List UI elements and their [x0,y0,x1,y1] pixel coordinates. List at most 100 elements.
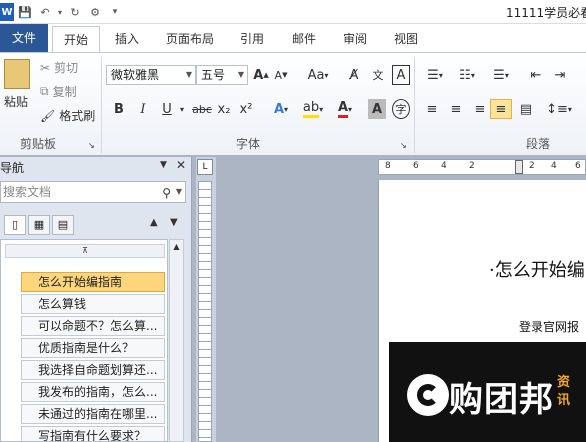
list-item[interactable]: 我发布的指南，怎么... [21,382,165,402]
change-case-button[interactable]: Aa ▾ [304,65,332,85]
group-divider [101,57,102,153]
align-center-icon[interactable]: ≡ [446,99,466,119]
tab-view[interactable]: 视图 [394,26,418,52]
search-input[interactable]: 搜索文档 [3,185,51,199]
tab-review[interactable]: 审阅 [343,26,367,52]
font-launcher-icon[interactable]: ↘ [400,135,407,155]
list-item[interactable]: 怎么算钱 [21,294,165,314]
bullets-icon[interactable]: ☰ ▾ [422,65,448,85]
nav-search-box[interactable]: 搜索文档 ⚲ ▼ [0,181,186,203]
vertical-ruler[interactable] [198,181,212,442]
watermark-banner: 购团邦 资讯 [389,342,586,442]
underline-dropdown-icon[interactable]: ▾ [178,99,186,119]
undo-icon[interactable]: ↶ [36,3,54,21]
list-item[interactable]: 我选择自命题划算还... [21,360,165,380]
copy-icon: ⧉ [40,84,49,98]
numbering-icon[interactable]: ☷ ▾ [454,65,480,85]
cut-button[interactable]: ✂ 剪切 [40,59,78,76]
logo-text: 购团邦 [449,380,554,420]
horizontal-ruler[interactable]: 8 6 4 2 2 4 6 [378,159,586,175]
list-item[interactable]: 优质指南是什么？ [21,338,165,358]
dropdown-icon[interactable]: ▾ [56,3,64,21]
tab-insert[interactable]: 插入 [115,26,139,52]
tab-home[interactable]: 开始 [52,26,100,52]
font-family-combo[interactable]: 微软雅黑 ▼ [106,65,196,85]
enclose-characters-icon[interactable]: 字 [392,99,410,119]
nav-scrollbar[interactable]: ▲ [169,239,184,442]
document-page[interactable]: ·怎么开始编 登录官网报 购团邦 资讯 [378,180,586,442]
nav-title: 导航 [0,161,25,175]
ruler-tick: 4 [551,161,557,171]
ruler-tick: 2 [529,161,535,171]
line-spacing-icon[interactable]: ↕≡ ▾ [546,99,572,119]
grow-font-button[interactable]: A ▲ [252,65,270,85]
multilevel-list-icon[interactable]: ☰ ▾ [488,65,514,85]
search-icon[interactable]: ⚲ [162,183,171,203]
list-item[interactable]: 怎么开始编指南 [21,272,165,292]
character-border-icon[interactable]: A [392,65,410,85]
paste-button[interactable]: 粘贴 [4,93,28,110]
align-left-icon[interactable]: ≡ [422,99,442,119]
next-heading-icon[interactable]: ▼ [170,217,178,228]
font-color-icon[interactable]: A ▾ [332,99,358,119]
close-icon[interactable]: ✕ [176,158,186,172]
indent-marker[interactable] [515,160,523,174]
scroll-up-icon[interactable]: ▲ [170,240,183,254]
vertical-ruler-area: L [196,157,216,442]
paste-icon[interactable] [4,59,30,89]
browse-results-icon[interactable]: ▤ [52,215,74,235]
format-painter-button[interactable]: 🖌 格式刷 [40,107,95,124]
text-effects-icon[interactable]: A ▾ [268,99,294,119]
clipboard-launcher-icon[interactable]: ↘ [88,135,95,155]
tab-page-layout[interactable]: 页面布局 [166,26,214,52]
document-heading[interactable]: ·怎么开始编 [489,256,585,282]
scissors-icon: ✂ [40,60,51,75]
distributed-icon[interactable]: ▤ [516,99,536,119]
superscript-button[interactable]: x² [236,99,256,119]
browse-headings-icon[interactable]: ▯ [4,215,26,235]
character-shading-icon[interactable]: A [368,99,386,119]
document-text[interactable]: 登录官网报 [519,318,579,335]
chevron-down-icon[interactable]: ▼ [176,182,182,202]
ruler-tick: 2 [469,161,475,171]
bold-button[interactable]: B [110,99,128,119]
decrease-indent-icon[interactable]: ⇤ [526,65,546,85]
tab-selector-icon[interactable]: L [197,159,213,175]
shrink-font-button[interactable]: A ▼ [272,65,290,85]
copy-button[interactable]: ⧉ 复制 [40,83,77,100]
word-app-icon[interactable]: W [0,3,14,21]
collapse-all-icon[interactable]: ⊼ [5,244,165,258]
quick-access-toolbar: W 💾 ↶ ▾ ↻ ⚙ ▾ [0,2,126,22]
justify-icon[interactable]: ≡ [490,99,512,119]
previous-heading-icon[interactable]: ▲ [150,217,158,228]
list-item[interactable]: 未通过的指南在哪里... [21,404,165,424]
ruler-tick: 8 [385,161,391,171]
ruler-tick: 4 [441,161,447,171]
underline-button[interactable]: U [158,99,176,119]
clear-format-icon[interactable]: A̸ [344,65,364,85]
tab-mailings[interactable]: 邮件 [292,26,316,52]
nav-menu-icon[interactable]: ▼ [160,160,167,170]
font-group-label: 字体 [236,137,261,151]
chevron-down-icon: ▼ [237,70,244,79]
customize-qat-icon[interactable]: ▾ [106,3,124,21]
tab-references[interactable]: 引用 [240,26,264,52]
browse-pages-icon[interactable]: ▦ [28,215,50,235]
align-right-icon[interactable]: ≡ [470,99,490,119]
font-size-combo[interactable]: 五号 ▼ [196,65,248,85]
tab-file[interactable]: 文件 [0,24,48,52]
ribbon-tabs: 文件 开始 插入 页面布局 引用 邮件 审阅 视图 [0,24,586,52]
increase-indent-icon[interactable]: ⇥ [550,65,570,85]
logo-side-text: 资讯 [557,375,571,408]
phonetic-guide-icon[interactable]: 文 [368,65,388,85]
group-divider [414,57,415,153]
strikethrough-button[interactable]: abc [190,99,214,119]
highlight-icon[interactable]: ab ▾ [298,99,328,119]
list-item[interactable]: 写指南有什么要求？ [21,426,165,441]
redo-icon[interactable]: ↻ [66,3,84,21]
list-item[interactable]: 可以命题不？怎么算... [21,316,165,336]
save-icon[interactable]: 💾 [16,3,34,21]
customize-icon[interactable]: ⚙ [86,3,104,21]
subscript-button[interactable]: x₂ [214,99,234,119]
italic-button[interactable]: I [134,99,152,119]
